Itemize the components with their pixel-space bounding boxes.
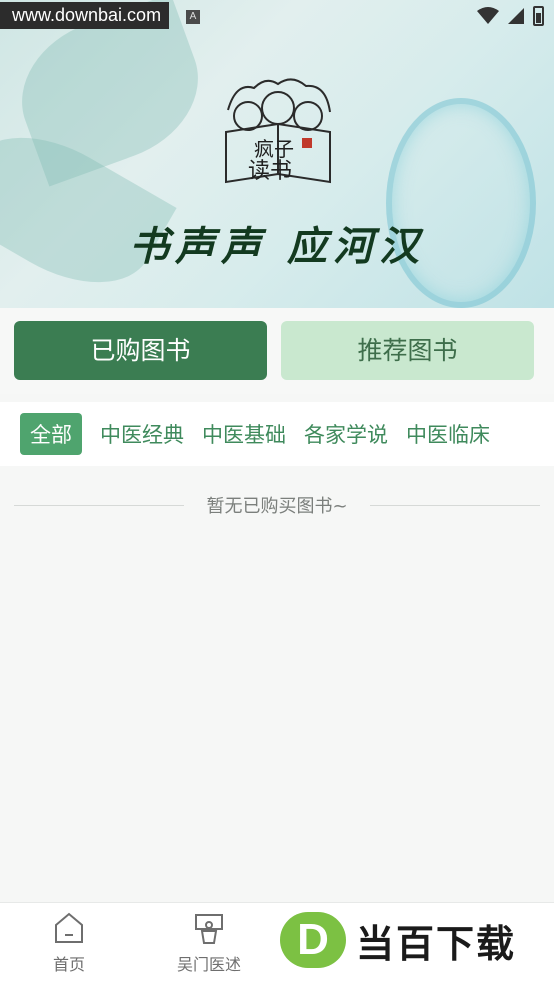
signal-icon	[508, 8, 524, 24]
water-ring-decoration	[386, 98, 536, 308]
nav-home-label: 首页	[52, 955, 85, 974]
nav-home[interactable]: 首页	[14, 911, 124, 975]
category-filter-bar: 全部 中医经典 中医基础 各家学说 中医临床	[0, 402, 554, 466]
category-basics[interactable]: 中医基础	[202, 419, 286, 449]
category-clinical[interactable]: 中医临床	[406, 419, 490, 449]
download-site-overlay: D 当百下载	[274, 905, 550, 975]
category-classics[interactable]: 中医经典	[100, 419, 184, 449]
nav-lectures[interactable]: 吴门医述	[154, 911, 264, 975]
download-site-badge: D	[280, 912, 346, 968]
banner-slogan: 书声声 应河汉	[129, 223, 425, 270]
category-all[interactable]: 全部	[20, 413, 82, 455]
status-indicator: A	[186, 10, 200, 24]
tab-purchased-books[interactable]: 已购图书	[14, 321, 267, 380]
watermark-text: www.downbai.com	[0, 2, 170, 29]
book-tab-bar: 已购图书 推荐图书	[0, 308, 554, 394]
status-icons	[477, 6, 544, 26]
category-schools[interactable]: 各家学说	[304, 419, 388, 449]
lecture-icon	[195, 914, 223, 944]
svg-text:疯子: 疯子	[254, 137, 294, 161]
empty-message: 暂无已购买图书~	[206, 496, 348, 517]
download-site-text: 当百下载	[356, 921, 517, 966]
wifi-icon	[477, 7, 499, 24]
tab-recommended-books[interactable]: 推荐图书	[281, 321, 534, 380]
empty-state: 暂无已购买图书~	[14, 490, 540, 520]
battery-icon	[533, 6, 544, 26]
home-icon	[55, 912, 83, 943]
divider-right	[369, 504, 540, 506]
nav-lectures-label: 吴门医述	[176, 955, 241, 974]
banner: www.downbai.com A 疯子 读书 书声声 应河汉	[0, 0, 554, 308]
divider-left	[14, 504, 185, 506]
svg-text:读书: 读书	[248, 159, 292, 184]
reading-people-logo: 疯子 读书	[225, 78, 331, 184]
